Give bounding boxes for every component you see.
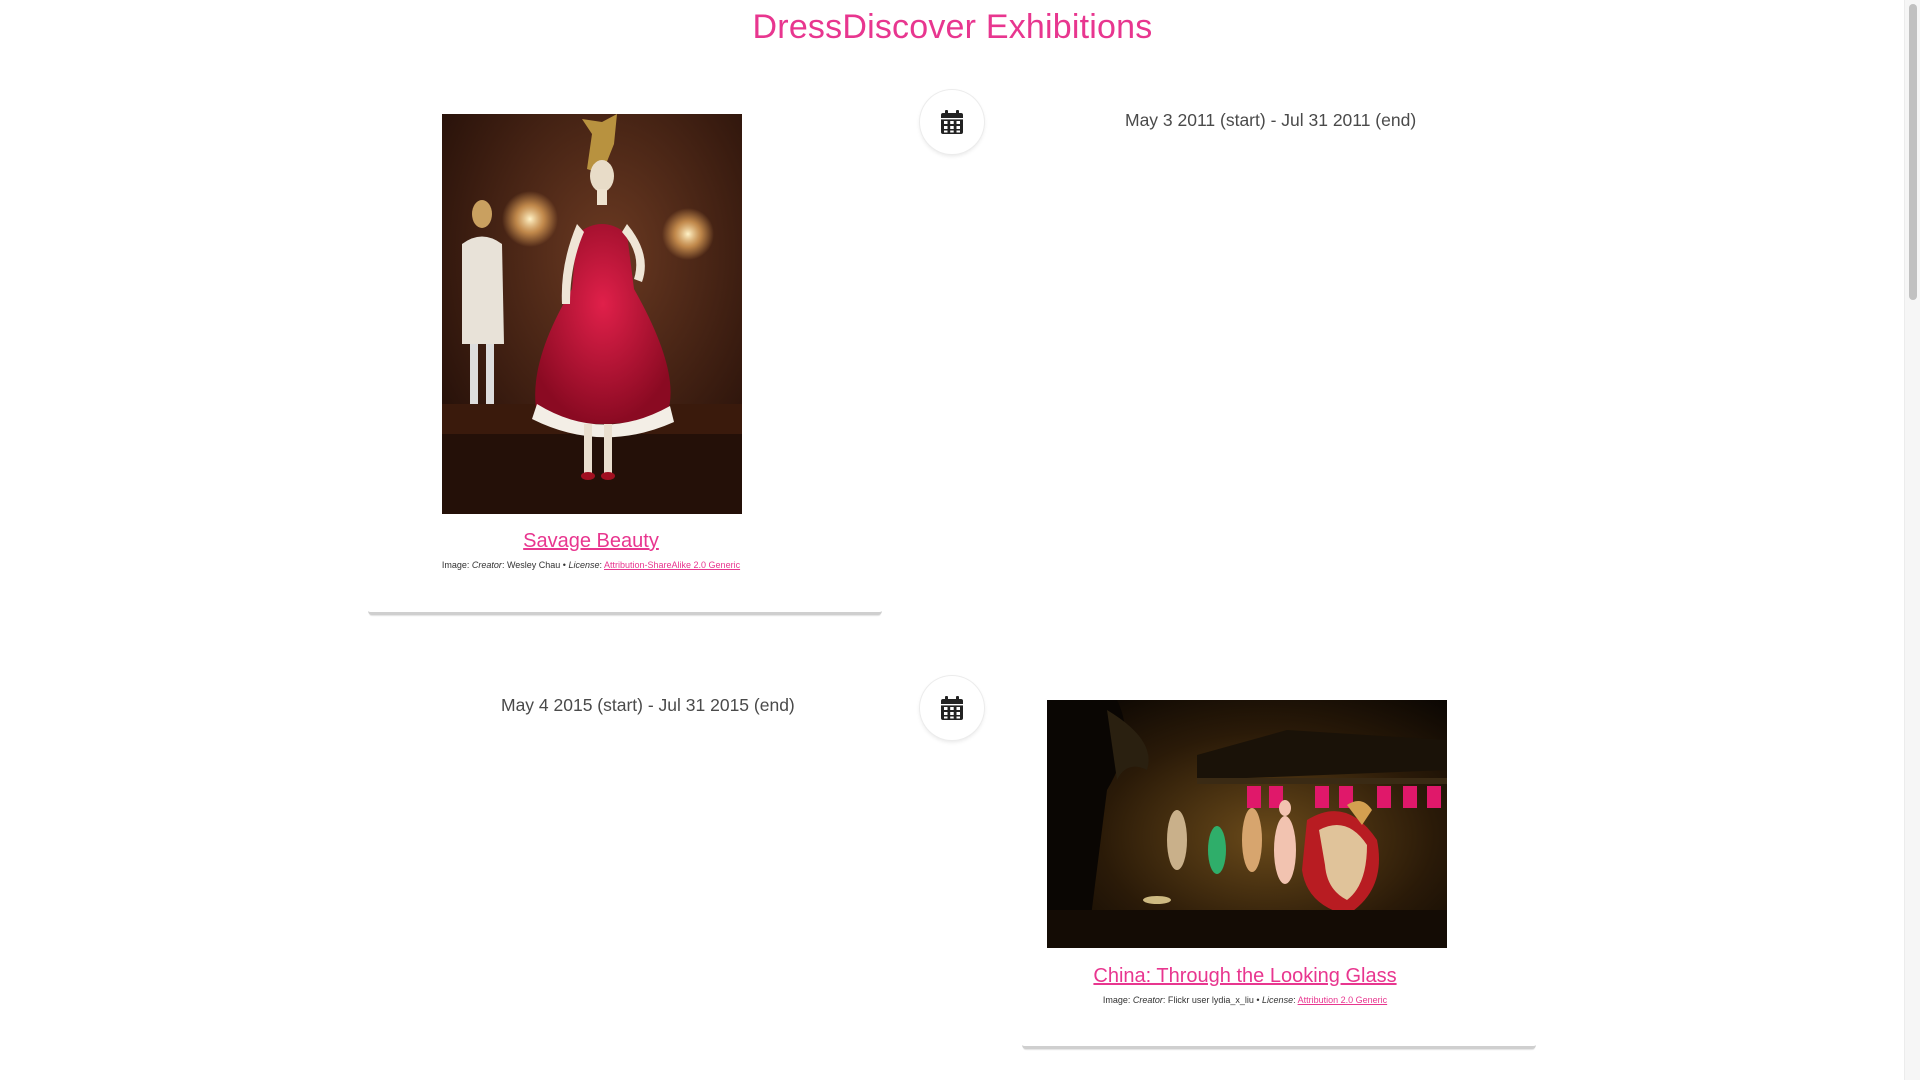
calendar-icon [940, 109, 964, 135]
license-link[interactable]: Attribution-ShareAlike 2.0 Generic [604, 560, 740, 570]
image-credit: Image: Creator: Wesley Chau • License: A… [368, 560, 814, 570]
exhibition-date: May 4 2015 (start) - Jul 31 2015 (end) [501, 695, 795, 715]
credit-prefix: Image: [1102, 995, 1133, 1005]
vertical-scrollbar[interactable] [1904, 0, 1920, 1080]
credit-license-label: License [1262, 995, 1294, 1005]
license-link[interactable]: Attribution 2.0 Generic [1298, 995, 1388, 1005]
timeline-marker [920, 676, 984, 740]
exhibition-image[interactable] [1047, 700, 1447, 948]
image-credit: Image: Creator: Flickr user lydia_x_liu … [1022, 995, 1468, 1005]
exhibition-date: May 3 2011 (start) - Jul 31 2011 (end) [1125, 110, 1417, 130]
exhibition-image[interactable] [442, 114, 742, 514]
credit-creator: : Wesley Chau • [501, 560, 569, 570]
calendar-icon [940, 695, 964, 721]
credit-creator-label: Creator [1132, 995, 1163, 1005]
page: DressDiscover Exhibitions May 3 2011 (st… [0, 0, 1920, 1080]
credit-creator: : Flickr user lydia_x_liu • [1162, 995, 1263, 1005]
credit-creator-label: Creator [471, 560, 502, 570]
exhibition-title-link[interactable]: Savage Beauty [368, 530, 814, 553]
scrollbar-thumb[interactable] [1909, 4, 1917, 300]
credit-prefix: Image: [441, 560, 472, 570]
page-title: DressDiscover Exhibitions [752, 8, 1153, 46]
exhibition-title-link[interactable]: China: Through the Looking Glass [1022, 965, 1468, 988]
timeline-marker [920, 90, 984, 154]
credit-license-label: License [568, 560, 600, 570]
